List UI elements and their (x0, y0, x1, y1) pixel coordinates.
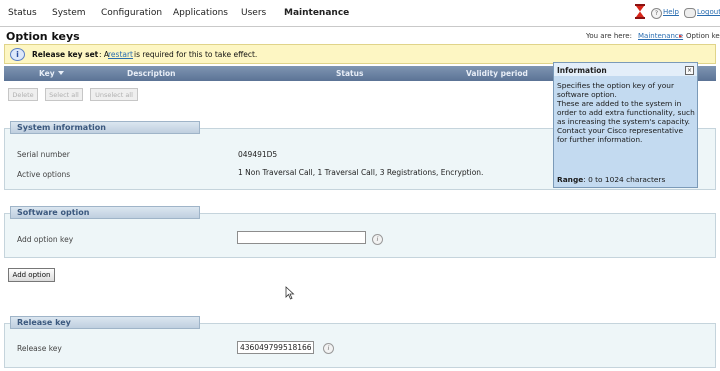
release-key-section (4, 323, 716, 368)
range-label: Range (557, 175, 584, 184)
help-link[interactable]: Help (663, 8, 679, 16)
active-options-value: 1 Non Traversal Call, 1 Traversal Call, … (238, 168, 484, 177)
info-icon: i (10, 48, 25, 61)
breadcrumb-current: Option keys (686, 32, 720, 40)
column-key[interactable]: Key (39, 69, 55, 78)
close-icon[interactable]: × (685, 66, 694, 75)
popup-line: Contact your Cisco representative for fu… (557, 126, 683, 144)
release-key-input[interactable] (237, 341, 314, 354)
nav-maintenance[interactable]: Maintenance (284, 8, 349, 18)
add-option-key-label: Add option key (17, 235, 74, 244)
popup-range: Range: 0 to 1024 characters (557, 175, 665, 184)
select-all-button[interactable]: Select all (45, 88, 83, 101)
popup-title: Information (557, 66, 607, 75)
add-option-button[interactable]: Add option (8, 268, 55, 282)
banner-title: Release key set (32, 50, 99, 59)
alarm-icon[interactable] (635, 4, 645, 19)
nav-applications[interactable]: Applications (173, 8, 228, 18)
page-title: Option keys (6, 30, 80, 43)
section-title: Software option (10, 206, 200, 219)
release-key-label: Release key (17, 344, 62, 353)
unselect-all-button[interactable]: Unselect all (90, 88, 138, 101)
active-options-label: Active options (17, 170, 71, 179)
help-icon[interactable]: ? (651, 8, 662, 19)
breadcrumb-maintenance-link[interactable]: Maintenance (638, 32, 683, 40)
breadcrumb-separator-icon: ▸ (679, 32, 683, 40)
nav-users[interactable]: Users (241, 8, 266, 18)
logout-link[interactable]: Logout (697, 8, 720, 16)
nav-status[interactable]: Status (8, 8, 37, 18)
column-validity-period[interactable]: Validity period (466, 69, 528, 78)
nav-system[interactable]: System (52, 8, 86, 18)
info-icon[interactable]: i (372, 234, 383, 245)
popup-body: Specifies the option key of your softwar… (557, 81, 695, 144)
option-key-input[interactable] (237, 231, 366, 244)
serial-number-label: Serial number (17, 150, 70, 159)
breadcrumb-prefix: You are here: (586, 32, 632, 40)
delete-button[interactable]: Delete (8, 88, 38, 101)
mouse-cursor-icon (285, 286, 295, 300)
banner-text-after: is required for this to take effect. (134, 50, 258, 59)
logout-icon[interactable] (684, 8, 696, 18)
column-description[interactable]: Description (127, 69, 176, 78)
popup-line: These are added to the system in order t… (557, 99, 695, 126)
nav-configuration[interactable]: Configuration (101, 8, 162, 18)
info-icon[interactable]: i (323, 343, 334, 354)
column-status[interactable]: Status (336, 69, 363, 78)
popup-line: Specifies the option key of your softwar… (557, 81, 675, 99)
serial-number-value: 049491D5 (238, 150, 278, 159)
section-title: Release key (10, 316, 200, 329)
section-title: System information (10, 121, 200, 134)
range-value: : 0 to 1024 characters (583, 175, 666, 184)
nav-divider (0, 26, 720, 27)
restart-link[interactable]: restart (108, 50, 133, 59)
sort-down-icon[interactable] (58, 71, 64, 75)
